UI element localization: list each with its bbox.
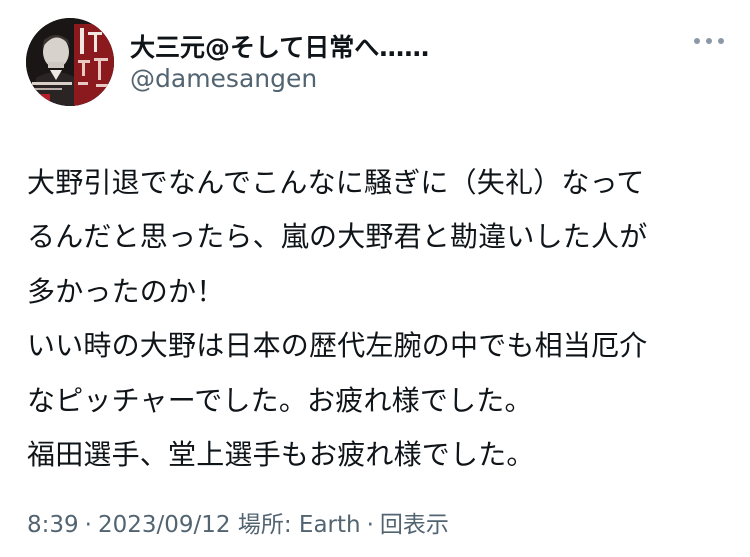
tweet-text: 大野引退でなんでこんなに騒ぎに（失礼）なって るんだと思ったら、嵐の大野君と勘違… [27, 156, 737, 482]
tweet-line: 福田選手、堂上選手もお疲れ様でした。 [27, 438, 535, 472]
tweet-line: 大野引退でなんでこんなに騒ぎに（失礼）なって [27, 166, 645, 199]
dot [706, 38, 712, 44]
tweet-date[interactable]: 2023/09/12 [98, 512, 231, 538]
separator: · [366, 512, 374, 538]
avatar[interactable] [26, 18, 114, 106]
user-handle[interactable]: @damesangen [130, 64, 317, 93]
tweet-location: 場所: Earth [237, 512, 361, 538]
tweet-line: るんだと思ったら、嵐の大野君と勘違いした人が [27, 220, 648, 254]
tweet-line: いい時の大野は日本の歴代左腕の中でも相当厄介 [27, 329, 648, 363]
tweet-metadata: 8:39 · 2023/09/12 場所: Earth · 回表示 [27, 505, 449, 539]
view-count-label[interactable]: 回表示 [380, 512, 449, 538]
tweet-line: 多かったのか！ [27, 274, 225, 308]
tweet-time[interactable]: 8:39 [27, 512, 79, 538]
dot [694, 38, 700, 44]
tweet: 大三元@そして日常へ…… @damesangen 大野引退でなんでこんなに騒ぎに… [0, 0, 750, 557]
more-horizontal-icon[interactable] [694, 32, 724, 50]
tweet-line: なピッチャーでした。お疲れ様でした。 [27, 383, 533, 417]
dot [718, 38, 724, 44]
avatar-image [26, 18, 114, 106]
separator: · [84, 512, 92, 538]
display-name[interactable]: 大三元@そして日常へ…… [130, 28, 429, 64]
